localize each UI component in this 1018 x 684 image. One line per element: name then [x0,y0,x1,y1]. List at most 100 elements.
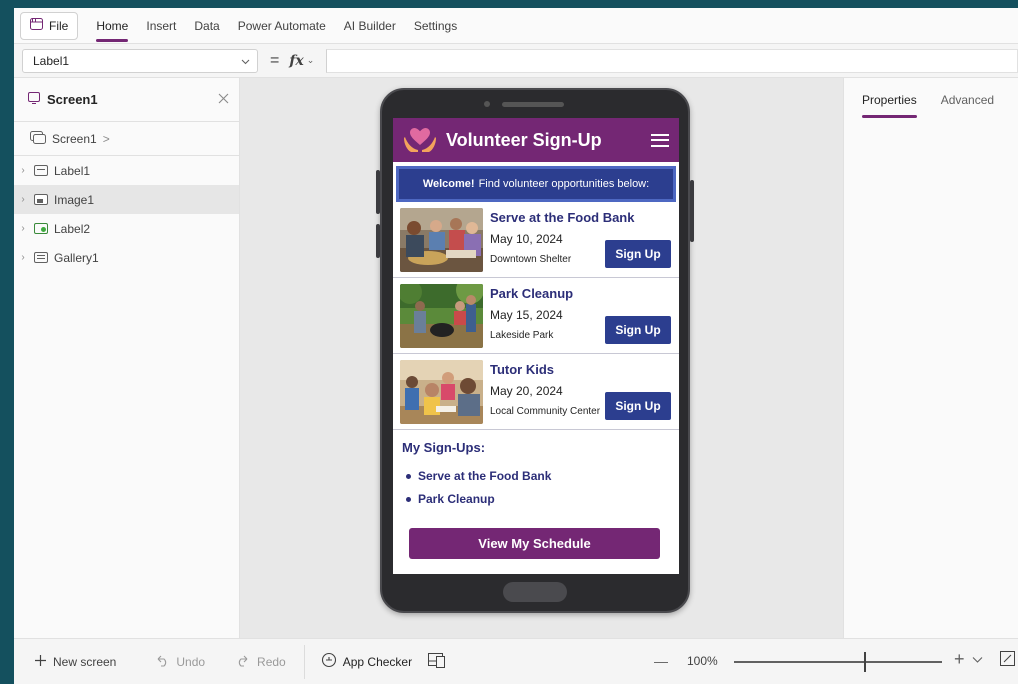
properties-panel: Properties Advanced [843,78,1018,638]
tab-properties[interactable]: Properties [862,78,917,122]
tree-item-gallery1[interactable]: › Gallery1 [14,243,239,272]
label2-icon [34,223,48,234]
tab-home-label: Home [96,18,129,33]
sign-up-button[interactable]: Sign Up [605,392,671,420]
chevron-right-icon[interactable]: › [18,223,28,234]
tab-data[interactable]: Data [194,8,219,44]
tree-item-label: Gallery1 [54,250,99,265]
tab-power-automate[interactable]: Power Automate [238,8,326,44]
tab-settings[interactable]: Settings [414,8,457,44]
power-apps-studio: File Home Insert Data Power Automate AI … [14,8,1018,684]
card-date: May 20, 2024 [490,384,563,398]
close-icon[interactable] [218,93,229,107]
opportunity-card: Serve at the Food Bank May 10, 2024 Down… [393,202,679,278]
breadcrumb[interactable]: Screen1 > [14,122,239,156]
chevron-down-icon [241,54,250,68]
tree-item-label: Label1 [54,163,91,178]
card-location: Lakeside Park [490,330,554,341]
my-signups-list: Serve at the Food Bank Park Cleanup [402,469,670,506]
fx-button[interactable]: fx ⌄ [289,53,314,69]
chevron-right-icon[interactable]: › [18,165,28,176]
tab-advanced[interactable]: Advanced [941,78,994,122]
redo-button[interactable]: Redo [235,654,286,670]
zoom-slider-thumb[interactable] [864,652,866,672]
tab-data-label: Data [194,18,220,33]
formula-bar: Label1 = fx ⌄ [14,44,1018,78]
tree-item-label: Label2 [54,221,91,236]
view-schedule-button[interactable]: View My Schedule [409,528,660,559]
card-location: Local Community Center [490,406,601,417]
welcome-banner[interactable]: Welcome! Find volunteer opportunities be… [396,166,676,202]
welcome-bold: Welcome! [422,178,475,190]
chevron-down-icon[interactable] [972,653,983,667]
tree-view-header: Screen1 [14,78,239,122]
opportunity-card: Park Cleanup May 15, 2024 Lakeside Park … [393,278,679,354]
zoom-out-button[interactable]: — [654,653,668,669]
file-label: File [49,18,69,33]
screen-stack-icon [30,130,46,147]
power-button [690,180,694,242]
chevron-right-icon[interactable]: › [18,252,28,263]
chevron-right-icon[interactable]: › [18,194,28,205]
undo-icon [154,654,170,670]
redo-label: Redo [257,654,286,669]
screen-icon [28,92,40,107]
tree-item-label2[interactable]: › Label2 [14,214,239,243]
tree-item-label1[interactable]: › Label1 [14,156,239,185]
list-item: Serve at the Food Bank [402,469,670,483]
tab-ai-builder-label: AI Builder [343,18,396,33]
sign-up-button[interactable]: Sign Up [605,240,671,268]
food-bank-photo [400,208,483,272]
card-title: Park Cleanup [490,286,574,301]
park-cleanup-photo [400,284,483,348]
design-canvas[interactable]: Volunteer Sign-Up Welcome! Find voluntee… [240,78,843,638]
equals-sign: = [270,51,280,69]
tab-power-automate-label: Power Automate [237,18,326,33]
tree-view-title-label: Screen1 [47,92,98,107]
stethoscope-icon [321,652,337,671]
new-screen-label: New screen [53,654,117,669]
fullscreen-icon[interactable] [1000,651,1016,670]
image-icon [34,194,48,205]
zoom-in-button[interactable]: + [954,649,965,670]
formula-input[interactable] [326,48,1018,73]
tab-settings-label: Settings [413,18,458,33]
card-title: Tutor Kids [490,362,555,377]
tab-insert[interactable]: Insert [146,8,176,44]
app-checker-button[interactable]: App Checker [321,652,412,671]
fx-chevron-icon: ⌄ [306,55,315,65]
tab-insert-label: Insert [146,18,177,33]
tab-ai-builder[interactable]: AI Builder [344,8,396,44]
fit-screen-icon[interactable] [428,652,446,671]
fx-icon: fx [289,52,304,69]
breadcrumb-label: Screen1 [52,131,97,146]
zoom-slider-track[interactable] [734,661,942,663]
label-icon [34,165,48,176]
tree-item-image1[interactable]: › Image1 [14,185,239,214]
property-dropdown[interactable]: Label1 [22,48,258,73]
file-button[interactable]: File [20,11,79,40]
list-item: Park Cleanup [402,492,670,506]
phone-frame: Volunteer Sign-Up Welcome! Find voluntee… [376,88,694,613]
tree-item-label: Image1 [54,192,95,207]
plus-icon [34,654,47,670]
speaker-slot [502,102,564,107]
welcome-text: Find volunteer opportunities below: [478,178,650,190]
ribbon: File Home Insert Data Power Automate AI … [14,8,1018,44]
app-screen: Volunteer Sign-Up Welcome! Find voluntee… [393,118,679,574]
my-signups-title: My Sign-Ups: [402,440,486,455]
tab-home[interactable]: Home [96,8,129,44]
sign-up-button[interactable]: Sign Up [605,316,671,344]
new-screen-button[interactable]: New screen [34,654,116,670]
hamburger-menu-icon[interactable] [651,133,669,147]
zoom-level: 100% [687,654,718,668]
undo-button[interactable]: Undo [154,654,205,670]
app-title: Volunteer Sign-Up [446,129,602,150]
card-date: May 15, 2024 [490,308,563,322]
breadcrumb-separator: > [102,131,110,146]
status-bar: New screen Undo Redo App Checker — 100% … [14,638,1018,684]
tree-view-title: Screen1 [28,92,98,107]
volume-button [376,224,380,258]
tab-advanced-label: Advanced [940,93,995,107]
volume-button [376,170,380,214]
